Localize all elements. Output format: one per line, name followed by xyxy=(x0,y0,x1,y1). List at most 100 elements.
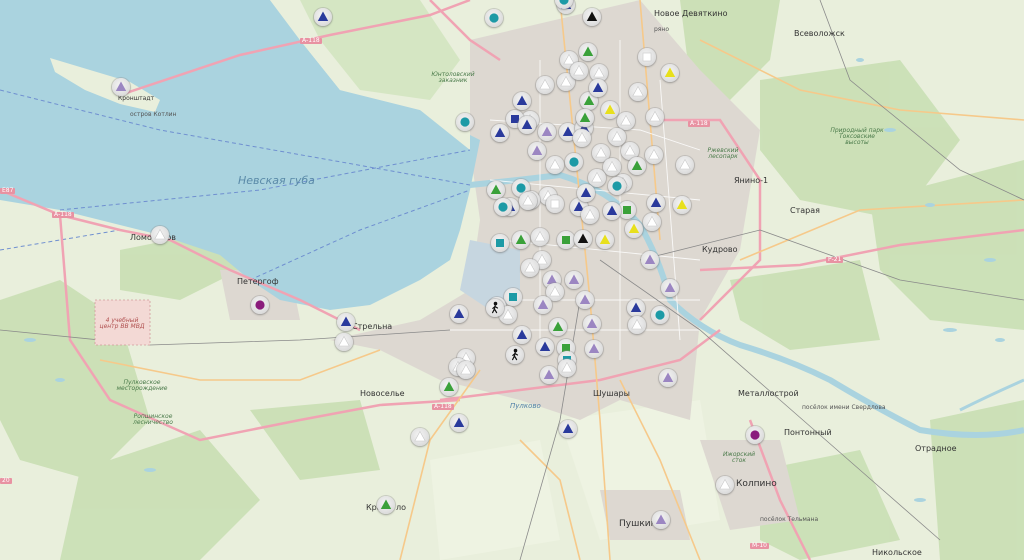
map-marker-green-triangle[interactable] xyxy=(512,231,530,249)
map-marker-navy-triangle[interactable] xyxy=(337,313,355,331)
map-marker-white-triangle[interactable] xyxy=(521,259,539,277)
map-marker-teal-square[interactable] xyxy=(504,288,522,306)
map-marker-lavender-triangle[interactable] xyxy=(538,123,556,141)
triangle-icon xyxy=(460,363,472,375)
map-marker-navy-triangle[interactable] xyxy=(518,116,536,134)
map-marker-white-triangle[interactable] xyxy=(608,128,626,146)
map-marker-green-triangle[interactable] xyxy=(377,496,395,514)
map-marker-purple-dot[interactable] xyxy=(746,426,764,444)
map-marker-white-triangle[interactable] xyxy=(646,108,664,126)
triangle-icon xyxy=(664,67,676,77)
map-marker-yellow-triangle[interactable] xyxy=(596,231,614,249)
map-marker-white-triangle[interactable] xyxy=(629,83,647,101)
triangle-icon xyxy=(582,46,594,56)
map-marker-green-triangle[interactable] xyxy=(576,109,594,127)
map-marker-white-triangle[interactable] xyxy=(519,192,537,210)
map-marker-lavender-triangle[interactable] xyxy=(583,315,601,333)
map-marker-navy-triangle[interactable] xyxy=(647,194,665,212)
basemap[interactable] xyxy=(0,0,1024,560)
map-marker-white-triangle[interactable] xyxy=(151,226,169,244)
map-marker-black-triangle[interactable] xyxy=(574,230,592,248)
map-marker-lavender-triangle[interactable] xyxy=(576,291,594,309)
map-marker-white-triangle[interactable] xyxy=(645,146,663,164)
map-marker-green-triangle[interactable] xyxy=(549,318,567,336)
map-marker-navy-triangle[interactable] xyxy=(603,202,621,220)
map-marker-green-triangle[interactable] xyxy=(579,43,597,61)
strelna-label: Стрельна xyxy=(352,322,393,331)
map-marker-green-triangle[interactable] xyxy=(440,378,458,396)
triangle-icon xyxy=(586,11,598,21)
map-marker-navy-triangle[interactable] xyxy=(513,92,531,110)
map-marker-teal-dot[interactable] xyxy=(608,177,626,195)
map-marker-navy-triangle[interactable] xyxy=(314,8,332,26)
map-marker-teal-dot[interactable] xyxy=(485,9,503,27)
triangle-icon xyxy=(676,199,688,209)
map-marker-white-triangle[interactable] xyxy=(558,359,576,377)
map-marker-navy-triangle[interactable] xyxy=(450,305,468,323)
map-marker-lavender-triangle[interactable] xyxy=(540,366,558,384)
map-marker-teal-dot[interactable] xyxy=(555,0,573,9)
map-marker-green-triangle[interactable] xyxy=(487,181,505,199)
map-marker-lavender-triangle[interactable] xyxy=(112,78,130,96)
map-marker-white-triangle[interactable] xyxy=(570,62,588,80)
map-marker-white-triangle[interactable] xyxy=(573,129,591,147)
map-marker-lavender-triangle[interactable] xyxy=(534,296,552,314)
map-marker-navy-triangle[interactable] xyxy=(589,79,607,97)
map-marker-white-square[interactable] xyxy=(638,48,656,66)
map-marker-teal-dot[interactable] xyxy=(494,198,512,216)
map-marker-teal-dot[interactable] xyxy=(456,113,474,131)
dot-icon xyxy=(460,117,470,127)
triangle-icon xyxy=(664,282,676,292)
kronstadt-label: Кронштадт xyxy=(118,95,154,102)
map-marker-teal-dot[interactable] xyxy=(565,153,583,171)
map-marker-white-triangle[interactable] xyxy=(531,228,549,246)
map-marker-navy-triangle[interactable] xyxy=(513,326,531,344)
map-marker-teal-dot[interactable] xyxy=(651,306,669,324)
map-marker-navy-triangle[interactable] xyxy=(450,414,468,432)
map-marker-teal-square[interactable] xyxy=(491,234,509,252)
map-marker-white-square[interactable] xyxy=(546,195,564,213)
map-view[interactable]: Невская губа Кронштадт остров Котлин А-1… xyxy=(0,0,1024,560)
map-marker-white-triangle[interactable] xyxy=(628,316,646,334)
map-marker-white-triangle[interactable] xyxy=(546,156,564,174)
map-marker-yellow-triangle[interactable] xyxy=(673,196,691,214)
map-marker-lavender-triangle[interactable] xyxy=(659,369,677,387)
map-marker-green-square[interactable] xyxy=(557,231,575,249)
map-marker-black-triangle[interactable] xyxy=(583,8,601,26)
dot-icon xyxy=(255,300,265,310)
map-marker-white-triangle[interactable] xyxy=(676,156,694,174)
yanino-label: Янино-1 xyxy=(734,176,769,185)
map-marker-yellow-triangle[interactable] xyxy=(625,220,643,238)
map-marker-white-triangle[interactable] xyxy=(536,76,554,94)
triangle-icon xyxy=(453,417,465,427)
pedestrian-icon xyxy=(512,348,519,361)
map-marker-black-pedestrian[interactable] xyxy=(506,346,524,364)
map-marker-lavender-triangle[interactable] xyxy=(652,511,670,529)
map-marker-black-pedestrian[interactable] xyxy=(486,299,504,317)
triangle-icon xyxy=(577,233,589,243)
map-marker-white-triangle[interactable] xyxy=(457,361,475,379)
dot-icon xyxy=(612,181,622,191)
dot-icon xyxy=(498,202,508,212)
map-marker-white-triangle[interactable] xyxy=(581,206,599,224)
map-marker-lavender-triangle[interactable] xyxy=(528,142,546,160)
map-marker-yellow-triangle[interactable] xyxy=(661,64,679,82)
map-marker-lavender-triangle[interactable] xyxy=(585,340,603,358)
map-marker-white-triangle[interactable] xyxy=(335,333,353,351)
map-marker-navy-triangle[interactable] xyxy=(627,299,645,317)
map-marker-purple-dot[interactable] xyxy=(251,296,269,314)
map-marker-white-triangle[interactable] xyxy=(411,428,429,446)
triangle-icon xyxy=(576,131,588,143)
map-marker-navy-triangle[interactable] xyxy=(536,338,554,356)
pulkovo-deposit-label: Пулковское месторождение xyxy=(116,379,168,392)
map-marker-navy-triangle[interactable] xyxy=(491,124,509,142)
map-marker-white-triangle[interactable] xyxy=(643,213,661,231)
map-marker-lavender-triangle[interactable] xyxy=(565,271,583,289)
map-marker-white-triangle[interactable] xyxy=(716,476,734,494)
map-marker-lavender-triangle[interactable] xyxy=(641,251,659,269)
map-marker-navy-triangle[interactable] xyxy=(559,420,577,438)
map-marker-navy-triangle[interactable] xyxy=(577,184,595,202)
road-a118-east: А-118 xyxy=(688,120,710,127)
map-marker-green-triangle[interactable] xyxy=(628,157,646,175)
map-marker-lavender-triangle[interactable] xyxy=(661,279,679,297)
